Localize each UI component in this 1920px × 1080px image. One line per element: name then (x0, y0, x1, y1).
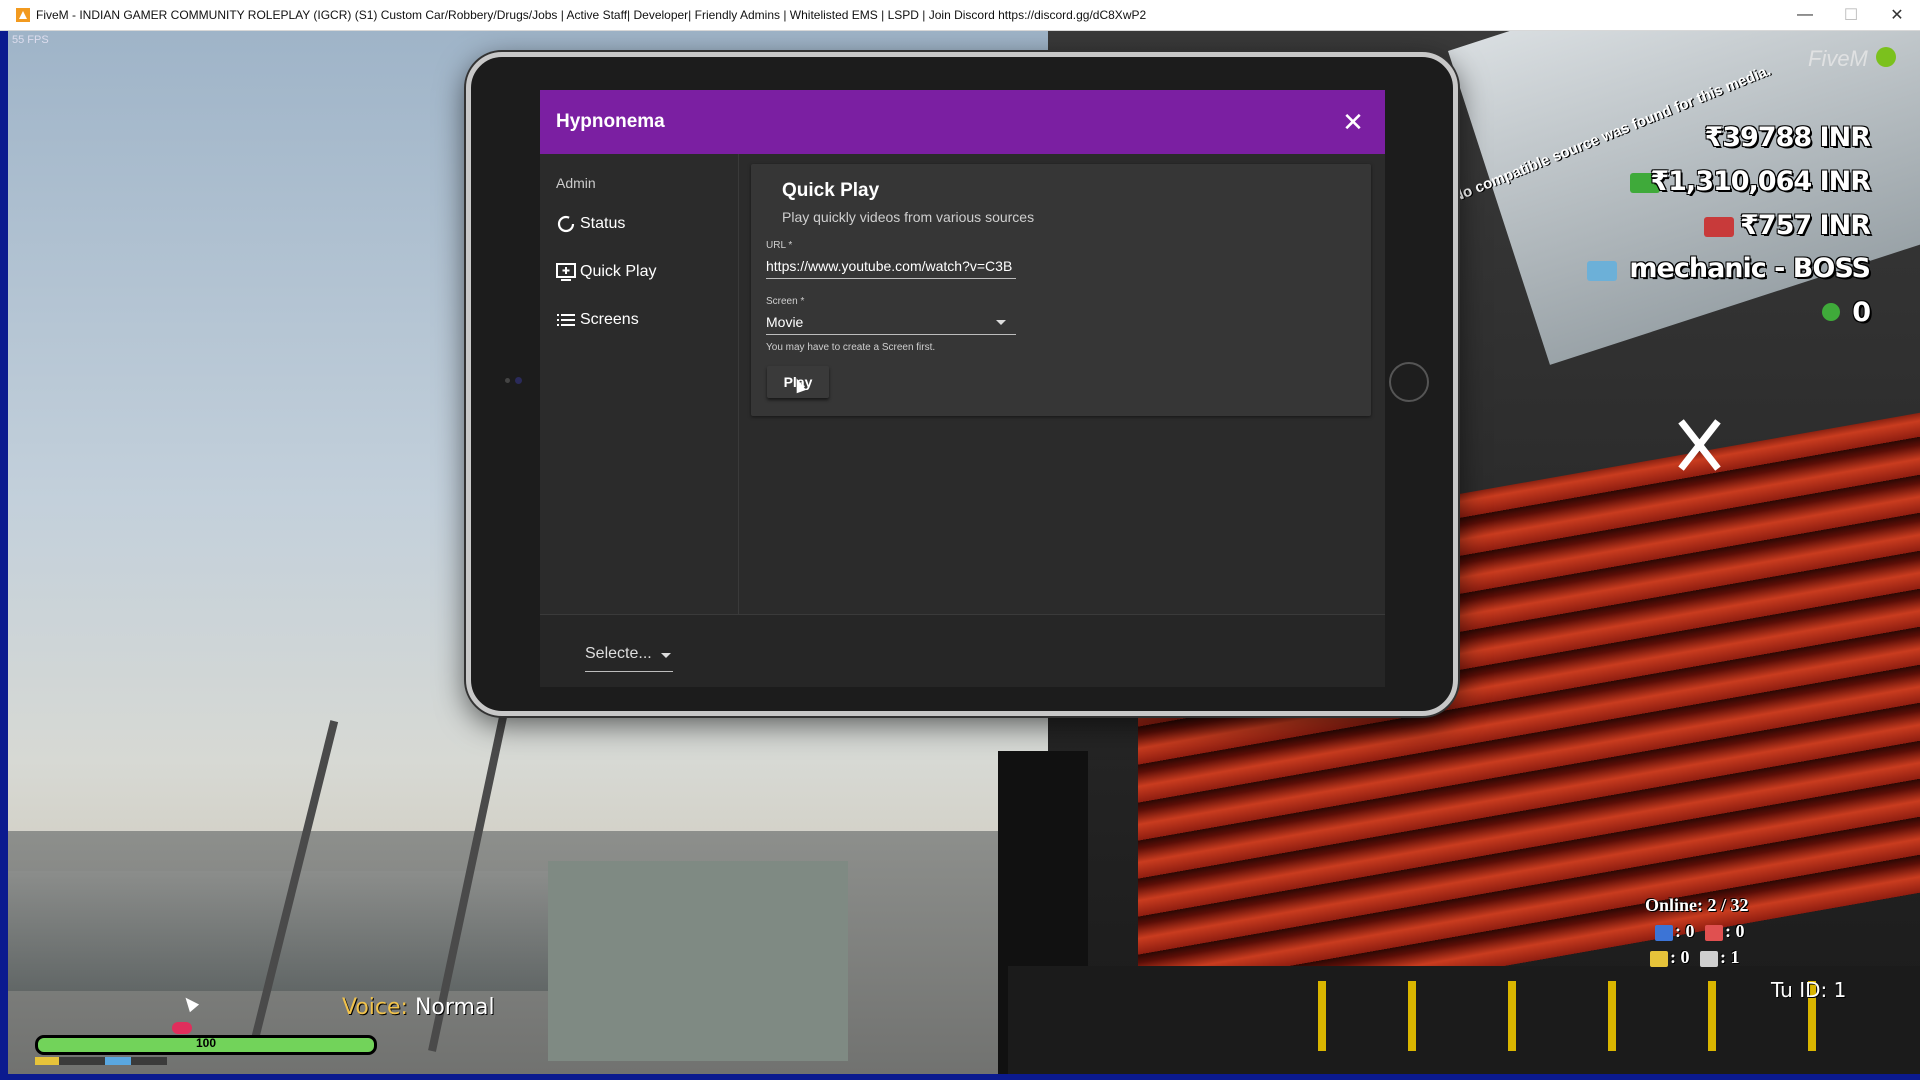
sidebar-item-quick-play[interactable]: Quick Play (556, 257, 738, 287)
maximize-button[interactable]: ☐ (1828, 0, 1874, 30)
close-app-button[interactable]: ✕ (1337, 107, 1369, 138)
screen-selector[interactable]: Selecte... (585, 645, 673, 672)
coin-icon (1822, 303, 1840, 321)
heart-icon (172, 1022, 192, 1034)
list-icon (556, 310, 576, 330)
tablet-camera (515, 377, 522, 384)
taxi-mech-counts: : 0 : 1 (1650, 947, 1740, 968)
tablet-device: Hypnonema ✕ Admin Status Quick Play Scre… (466, 52, 1458, 716)
app-footer: Selecte... (540, 614, 1385, 687)
wrench-icon (1700, 950, 1718, 967)
armor-segment (105, 1057, 131, 1065)
voice-indicator: Voice: Normal (342, 995, 495, 1020)
close-x-icon (1670, 415, 1730, 475)
armor-bar (35, 1057, 167, 1065)
minimize-button[interactable]: — (1782, 0, 1828, 30)
screen-label: Screen * (766, 296, 805, 307)
card-title: Quick Play (782, 180, 880, 201)
pier-building (548, 861, 848, 1061)
health-value: 100 (196, 1036, 217, 1050)
yellow-post (1318, 981, 1326, 1051)
url-input[interactable] (766, 254, 1016, 279)
screen-select-value: Movie (766, 314, 804, 330)
job-id-card-icon (1587, 261, 1617, 281)
police-count: : 0 (1675, 921, 1695, 941)
job-label: mechanic - BOSS (1629, 253, 1871, 284)
mechanic-count: : 1 (1720, 947, 1740, 967)
sidebar-item-label: Screens (580, 311, 639, 328)
taxi-count: : 0 (1670, 947, 1690, 967)
fps-counter: 55 FPS (12, 34, 49, 46)
tablet-home-button[interactable] (1389, 362, 1429, 402)
dirty-money-amount: ₹757 INR (1740, 210, 1871, 241)
url-label: URL * (766, 240, 793, 251)
yellow-post (1708, 981, 1716, 1051)
screen-selector-value: Selecte... (585, 645, 652, 662)
voice-key: Voice: (342, 995, 408, 1020)
fivem-watermark: FiveM (1808, 46, 1868, 71)
online-count: Online: 2 / 32 (1645, 895, 1749, 915)
tablet-sensor (505, 378, 510, 383)
stamina-segment (35, 1057, 59, 1065)
loading-circle-icon (556, 214, 576, 234)
card-subtitle: Play quickly videos from various sources (782, 209, 1035, 225)
app-header: Hypnonema ✕ (540, 90, 1385, 154)
sidebar-section-admin: Admin (556, 175, 596, 191)
bank-amount: ₹1,310,064 INR (1650, 166, 1871, 197)
police-ems-counts: : 0 : 0 (1655, 921, 1745, 942)
close-window-button[interactable]: ✕ (1874, 0, 1920, 30)
taxi-icon (1650, 950, 1668, 967)
screen-select[interactable]: Movie (766, 310, 1016, 335)
sidebar-item-status[interactable]: Status (556, 209, 738, 239)
yellow-post (1608, 981, 1616, 1051)
ambulance-icon (1705, 924, 1723, 941)
sidebar-item-label: Status (580, 215, 626, 232)
yellow-post (1408, 981, 1416, 1051)
ems-count: : 0 (1725, 921, 1745, 941)
police-icon (1655, 924, 1673, 941)
hypnonema-app: Hypnonema ✕ Admin Status Quick Play Scre… (540, 90, 1385, 687)
yellow-post (1508, 981, 1516, 1051)
fivem-logo-icon (1876, 47, 1896, 67)
window-title: FiveM - INDIAN GAMER COMMUNITY ROLEPLAY … (36, 8, 1147, 22)
quick-play-card: Quick Play Play quickly videos from vari… (751, 164, 1371, 416)
player-id: Tu ID: 1 (1771, 978, 1847, 1002)
cash-amount: ₹39788 INR (1704, 122, 1871, 153)
sidebar-item-label: Quick Play (580, 263, 657, 280)
add-to-queue-icon (556, 262, 576, 282)
window-titlebar: FiveM - INDIAN GAMER COMMUNITY ROLEPLAY … (0, 0, 1920, 31)
chevron-down-icon (996, 320, 1006, 325)
voice-value: Normal (414, 995, 495, 1020)
sidebar: Admin Status Quick Play Screens (540, 154, 739, 614)
screen-hint: You may have to create a Screen first. (766, 342, 936, 353)
coin-amount: 0 (1852, 297, 1871, 328)
app-title: Hypnonema (556, 111, 665, 132)
fivem-app-icon (16, 8, 30, 22)
chevron-down-icon (661, 653, 671, 658)
dirty-money-icon (1704, 217, 1734, 237)
sidebar-item-screens[interactable]: Screens (556, 305, 738, 335)
